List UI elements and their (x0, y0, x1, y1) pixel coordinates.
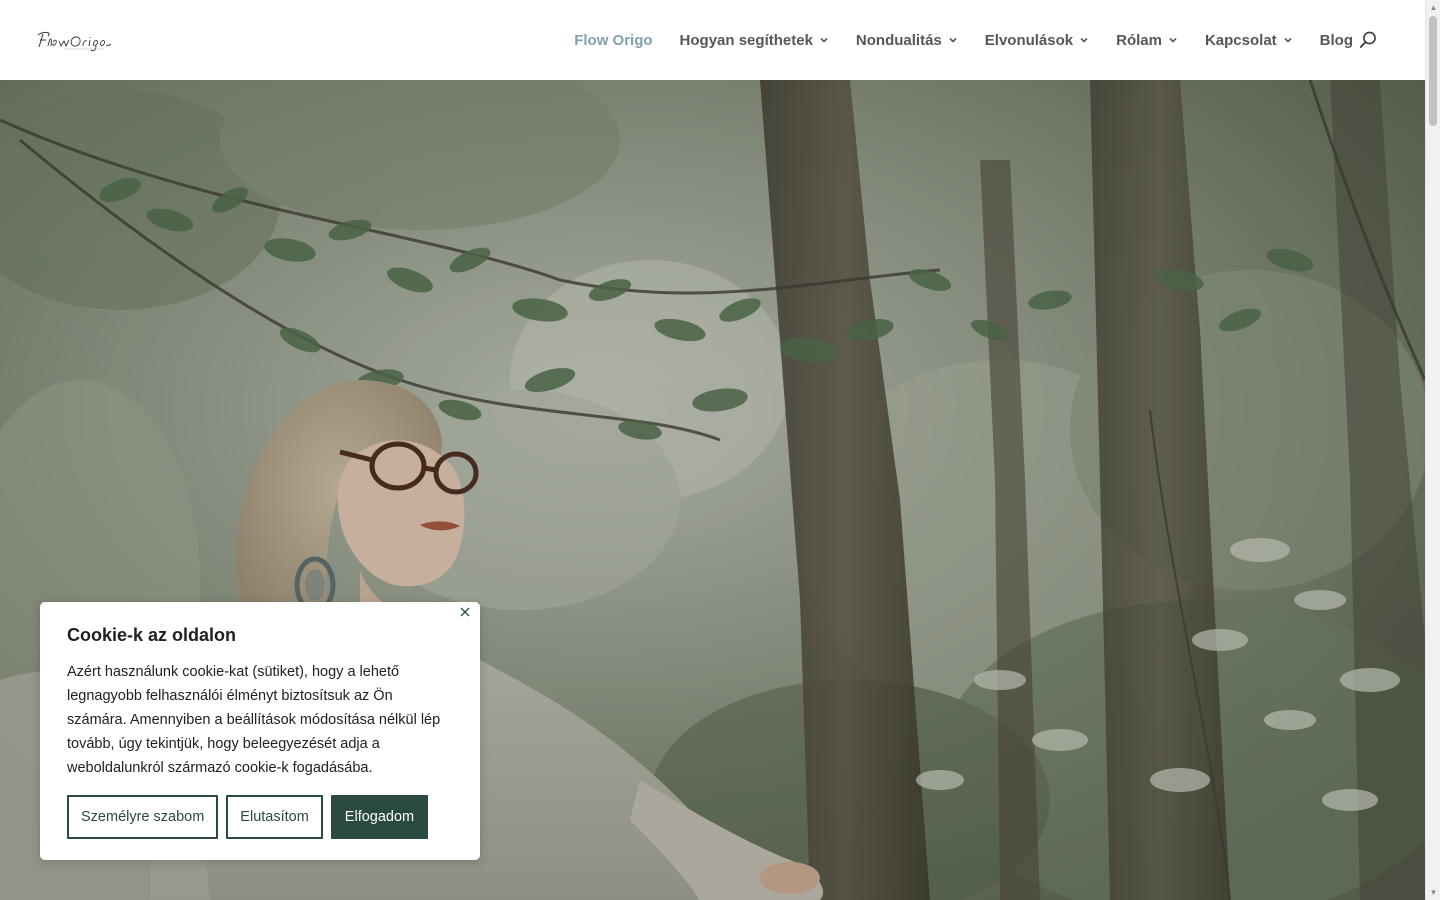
nav-item-label: Elvonulások (984, 31, 1074, 49)
nav-item-kapcsolat[interactable]: Kapcsolat (1205, 32, 1293, 49)
nav-item-blog[interactable]: Blog (1320, 32, 1353, 49)
nav-item-hogyan-segithetek[interactable]: Hogyan segíthetek (680, 32, 829, 49)
nav-item-nondualitas[interactable]: Nondualitás (856, 32, 958, 49)
nav-item-label: Flow Origo (574, 31, 653, 49)
cookie-title: Cookie-k az oldalon (67, 625, 237, 645)
scroll-down-arrow-icon[interactable]: ▼ (1426, 885, 1440, 900)
scroll-up-arrow-icon[interactable]: ▲ (1426, 0, 1440, 15)
nav-item-flow-origo[interactable]: Flow Origo (574, 32, 652, 49)
search-icon[interactable] (1359, 31, 1377, 49)
nav-item-rolam[interactable]: Rólam (1116, 32, 1178, 49)
chevron-down-icon (1080, 37, 1088, 43)
nav-item-elvonulasok[interactable]: Elvonulások (985, 32, 1089, 49)
accept-button[interactable]: Elfogadom (330, 795, 429, 839)
cookie-description: Azért használunk cookie-kat (sütiket), h… (67, 664, 441, 776)
nav-item-label: Blog (1319, 31, 1353, 49)
main-nav: Flow Origo Hogyan segíthetek Nondualitás… (547, 0, 1353, 80)
nav-item-label: Nondualitás (855, 31, 942, 49)
nav-item-label: Rólam (1116, 31, 1162, 49)
cookie-button-group: Személyre szabom Elutasítom Elfogadom (67, 795, 429, 839)
chevron-down-icon (820, 37, 828, 43)
nav-item-label: Hogyan segíthetek (679, 31, 813, 49)
close-icon[interactable] (458, 605, 472, 619)
scroll-thumb[interactable] (1429, 16, 1437, 126)
nav-item-label: Kapcsolat (1204, 31, 1277, 49)
page: Flow Origo Hogyan segíthetek Nondualitás… (0, 0, 1440, 900)
site-logo[interactable] (34, 27, 116, 55)
chevron-down-icon (949, 37, 957, 43)
site-header: Flow Origo Hogyan segíthetek Nondualitás… (0, 0, 1425, 80)
cookie-banner: Cookie-k az oldalon Azért használunk coo… (40, 602, 480, 860)
chevron-down-icon (1169, 37, 1177, 43)
chevron-down-icon (1284, 37, 1292, 43)
reject-button[interactable]: Elutasítom (226, 795, 323, 839)
customize-button[interactable]: Személyre szabom (67, 795, 219, 839)
page-scrollbar[interactable]: ▲ ▼ (1425, 0, 1440, 900)
